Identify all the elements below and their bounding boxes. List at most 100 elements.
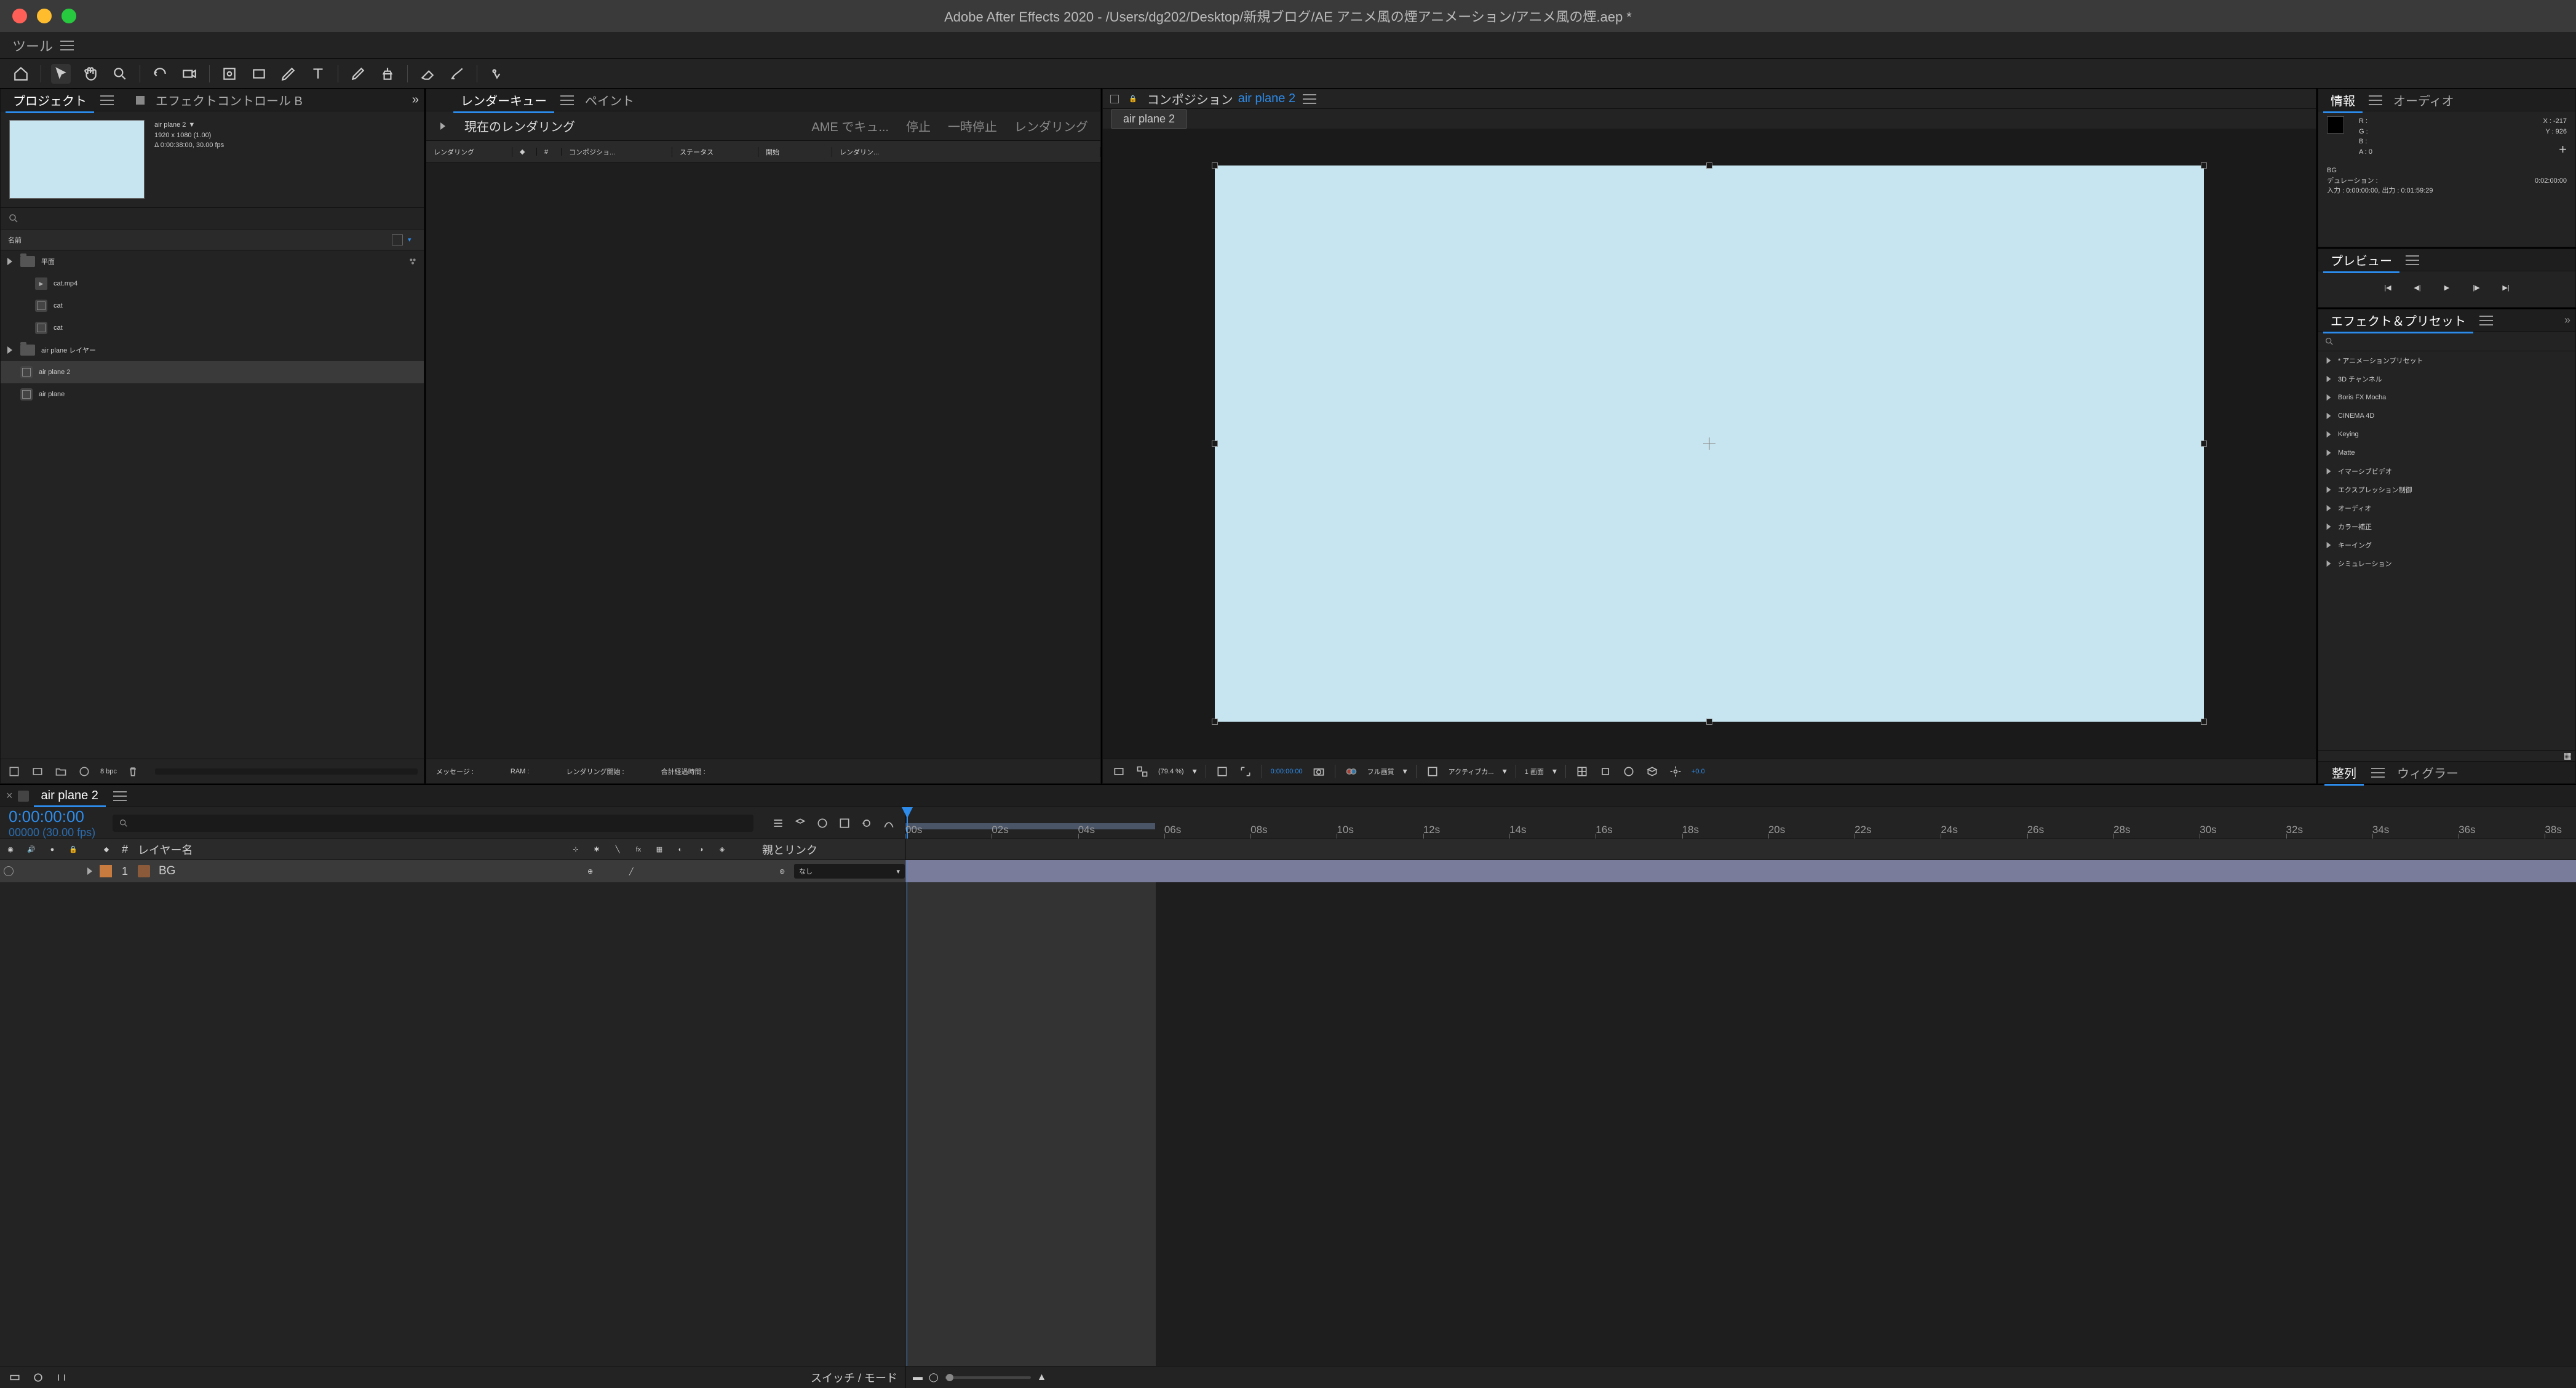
comp-mini-flowchart-icon[interactable] — [771, 816, 785, 831]
channel-icon[interactable] — [1344, 764, 1359, 779]
visibility-toggle-icon[interactable] — [4, 866, 14, 876]
maximize-window-icon[interactable] — [62, 9, 76, 23]
work-area-bar[interactable] — [905, 823, 1155, 829]
project-item[interactable]: air plane — [1, 383, 424, 405]
zoom-slider-knob-icon[interactable]: ◯ — [929, 1372, 939, 1382]
close-window-icon[interactable] — [12, 9, 27, 23]
roi-icon[interactable] — [1238, 764, 1253, 779]
switch-quality-icon[interactable]: ╲ — [607, 845, 628, 853]
rq-stop-button[interactable]: 停止 — [906, 117, 931, 135]
col-lock-icon[interactable]: 🔒 — [63, 845, 84, 853]
timeline-timecode[interactable]: 0:00:00:00 — [9, 807, 95, 826]
play-button[interactable]: ▶ — [2438, 279, 2455, 296]
timeline-tab-close-icon[interactable]: × — [6, 789, 13, 802]
eraser-tool-icon[interactable] — [418, 64, 437, 84]
project-item[interactable]: 平面 — [1, 250, 424, 273]
parent-pickwhip-icon[interactable]: ⊚ — [776, 868, 794, 875]
folder-disclose-icon[interactable] — [6, 257, 14, 266]
tab-effect-controls[interactable]: エフェクトコントロール B — [148, 87, 310, 113]
layer-duration-bar[interactable] — [905, 860, 2576, 882]
pen-tool-icon[interactable] — [279, 64, 298, 84]
tab-info[interactable]: 情報 — [2323, 87, 2363, 113]
effect-category[interactable]: Keying — [2318, 425, 2575, 444]
effects-search[interactable] — [2318, 332, 2575, 351]
category-disclose-icon[interactable] — [2325, 394, 2332, 401]
project-bpc[interactable]: 8 bpc — [100, 768, 117, 775]
exposure-value[interactable]: +0.0 — [1691, 768, 1705, 775]
category-disclose-icon[interactable] — [2325, 523, 2332, 530]
shy-icon[interactable] — [815, 816, 830, 831]
effect-category[interactable]: 3D チャンネル — [2318, 370, 2575, 388]
tool-menu-icon[interactable] — [60, 41, 74, 50]
last-frame-button[interactable]: ▶| — [2497, 279, 2514, 296]
orbit-tool-icon[interactable] — [150, 64, 170, 84]
new-folder-icon[interactable] — [54, 764, 68, 779]
timeline-tab[interactable]: air plane 2 — [34, 785, 106, 807]
render-settings-icon[interactable] — [1668, 764, 1683, 779]
effect-category[interactable]: Matte — [2318, 444, 2575, 462]
composition-viewer[interactable] — [1103, 129, 2316, 759]
tab-composition[interactable]: コンポジション — [1147, 90, 1233, 108]
category-disclose-icon[interactable] — [2325, 431, 2332, 438]
transform-handle-icon[interactable] — [2201, 441, 2207, 447]
timeline-search[interactable] — [113, 815, 753, 832]
rq-ame-button[interactable]: AME でキュ... — [811, 117, 889, 135]
project-column-sort-icon[interactable]: ▾ — [408, 236, 416, 244]
tab-effects-presets[interactable]: エフェクト＆プリセット — [2323, 308, 2473, 333]
layer-disclose-icon[interactable] — [87, 867, 92, 875]
effect-category[interactable]: エクスプレッション制御 — [2318, 481, 2575, 499]
guides-icon[interactable] — [1598, 764, 1613, 779]
effect-category[interactable]: オーディオ — [2318, 499, 2575, 517]
switch-frameblend-icon[interactable]: ▦ — [649, 845, 670, 853]
timeline-zoom-slider[interactable] — [945, 1376, 1031, 1379]
switch-collapse-icon[interactable]: ✱ — [586, 845, 607, 853]
project-column-name[interactable]: 名前 — [8, 235, 392, 245]
panel-overflow-icon[interactable]: » — [2564, 314, 2570, 327]
effects-list[interactable]: * アニメーションプリセット3D チャンネルBoris FX MochaCINE… — [2318, 351, 2575, 750]
timeline-menu-icon[interactable] — [113, 791, 127, 801]
switch-shy-icon[interactable]: ⊹ — [565, 845, 586, 853]
project-column-tag-icon[interactable] — [392, 234, 403, 245]
project-item[interactable]: air plane レイヤー — [1, 339, 424, 361]
prev-frame-button[interactable]: ◀| — [2409, 279, 2426, 296]
switch-adjust-icon[interactable]: ◑ — [691, 846, 712, 853]
type-tool-icon[interactable] — [308, 64, 328, 84]
toggle-modes-icon[interactable] — [31, 1370, 46, 1385]
3d-icon[interactable] — [1645, 764, 1660, 779]
always-preview-icon[interactable] — [1111, 764, 1126, 779]
home-icon[interactable] — [11, 64, 31, 84]
effect-category[interactable]: シミュレーション — [2318, 554, 2575, 573]
tab-audio[interactable]: オーディオ — [2386, 87, 2462, 113]
category-disclose-icon[interactable] — [2325, 412, 2332, 420]
transform-handle-icon[interactable] — [1212, 441, 1218, 447]
category-disclose-icon[interactable] — [2325, 505, 2332, 512]
color-depth-icon[interactable] — [77, 764, 92, 779]
project-item-tag[interactable] — [407, 388, 419, 401]
tab-paint[interactable]: ペイント — [578, 87, 642, 113]
composition-breadcrumb[interactable]: air plane 2 — [1111, 110, 1187, 129]
panel-overflow-icon[interactable]: » — [412, 93, 419, 107]
project-search[interactable] — [1, 207, 424, 229]
rectangle-tool-icon[interactable] — [249, 64, 269, 84]
project-item[interactable]: cat — [1, 317, 424, 339]
tab-render-queue[interactable]: レンダーキュー — [453, 87, 554, 113]
comp-toggle-icon[interactable] — [1110, 95, 1119, 103]
col-audio-icon[interactable]: 🔊 — [21, 845, 42, 853]
clone-stamp-tool-icon[interactable] — [378, 64, 397, 84]
switch-3d-icon[interactable]: ◈ — [712, 845, 733, 853]
col-solo-icon[interactable]: ● — [42, 846, 63, 853]
project-tree[interactable]: 平面cat.mp4catcatair plane レイヤーair plane 2… — [1, 250, 424, 759]
tab-project[interactable]: プロジェクト — [6, 87, 94, 113]
next-frame-button[interactable]: |▶ — [2468, 279, 2485, 296]
toggle-in-out-icon[interactable] — [54, 1370, 69, 1385]
switch-mode-label[interactable]: スイッチ / モード — [811, 1370, 897, 1386]
transparency-grid-icon[interactable] — [1425, 764, 1440, 779]
motion-blur-icon[interactable] — [859, 816, 874, 831]
project-panel-menu-icon[interactable] — [100, 95, 114, 105]
folder-disclose-icon[interactable] — [6, 346, 14, 354]
transform-handle-icon[interactable] — [2201, 719, 2207, 725]
transform-handle-icon[interactable] — [1212, 719, 1218, 725]
transform-handle-icon[interactable] — [2201, 162, 2207, 169]
timeline-track-area[interactable] — [905, 860, 2576, 1366]
first-frame-button[interactable]: |◀ — [2379, 279, 2396, 296]
